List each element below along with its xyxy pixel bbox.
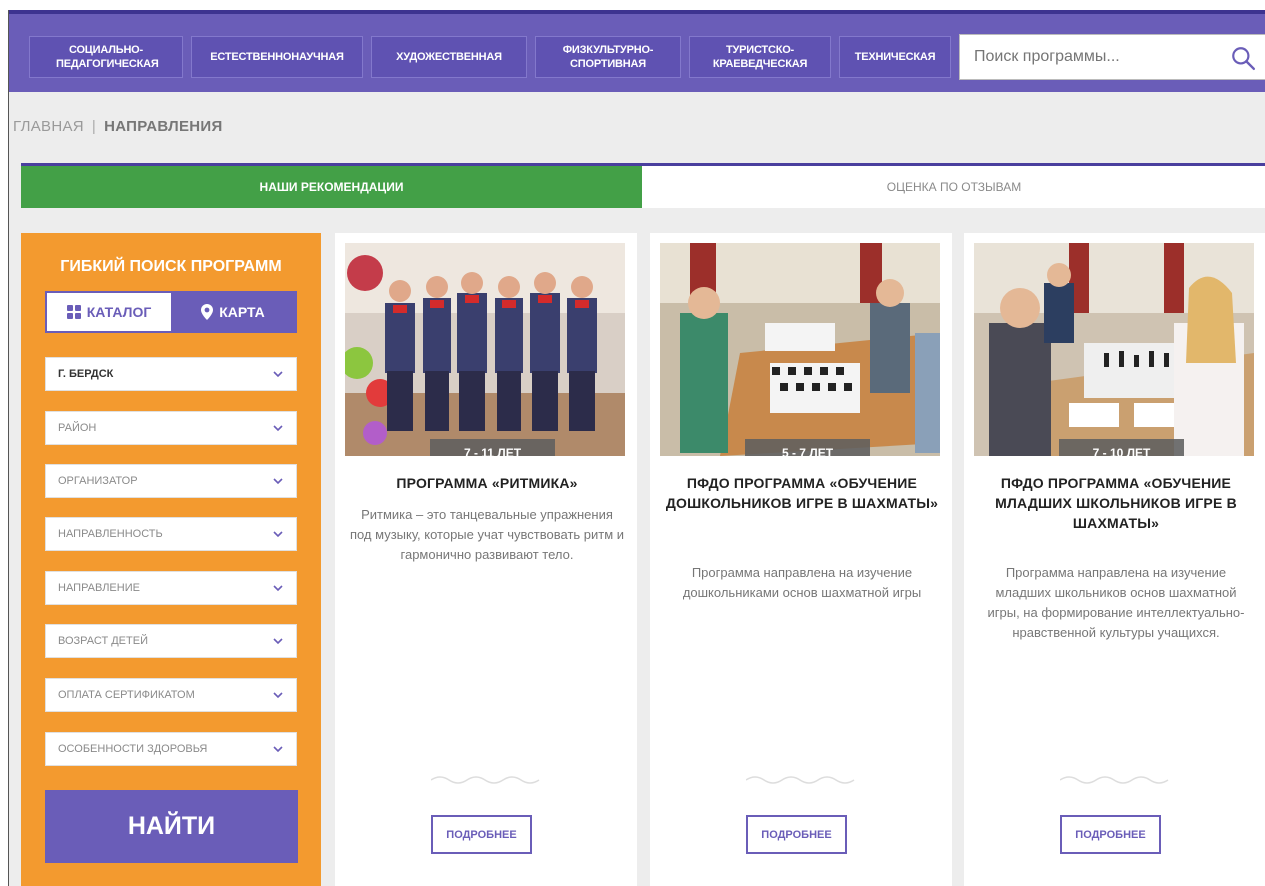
- age-badge: 7 - 10 ЛЕТ: [1059, 439, 1184, 456]
- age-badge: 7 - 11 ЛЕТ: [430, 439, 555, 456]
- certificate-payment-select[interactable]: ОПЛАТА СЕРТИФИКАТОМ: [45, 678, 297, 712]
- search-input[interactable]: [960, 35, 1220, 79]
- map-label: КАРТА: [219, 304, 265, 320]
- program-photo-chess-preschool: 5 - 7 ЛЕТ: [660, 243, 940, 456]
- program-description: Ритмика – это танцевальные упражнения по…: [349, 507, 625, 562]
- chevron-down-icon: [273, 371, 283, 378]
- decorative-wave-divider: [1060, 776, 1169, 784]
- district-select[interactable]: РАЙОН: [45, 411, 297, 445]
- find-button[interactable]: НАЙТИ: [45, 790, 298, 863]
- orientation-select[interactable]: НАПРАВЛЕННОСТЬ: [45, 517, 297, 551]
- more-details-button[interactable]: ПОДРОБНЕЕ: [1060, 815, 1161, 854]
- organizer-select[interactable]: ОРГАНИЗАТОР: [45, 464, 297, 498]
- filter-title: ГИБКИЙ ПОИСК ПРОГРАММ: [60, 258, 282, 275]
- nav-tab-sport[interactable]: ФИЗКУЛЬТУРНО-СПОРТИВНАЯ: [535, 36, 681, 78]
- program-title[interactable]: ПФДО ПРОГРАММА «ОБУЧЕНИЕ ДОШКОЛЬНИКОВ ИГ…: [658, 473, 946, 513]
- sort-recommended-tab[interactable]: НАШИ РЕКОМЕНДАЦИИ: [21, 166, 642, 208]
- more-details-button[interactable]: ПОДРОБНЕЕ: [431, 815, 532, 854]
- page-frame: СОЦИАЛЬНО-ПЕДАГОГИЧЕСКАЯ ЕСТЕСТВЕННОНАУЧ…: [8, 10, 1265, 886]
- program-photo-dance: 7 - 11 ЛЕТ: [345, 243, 625, 456]
- orientation-select-value: НАПРАВЛЕННОСТЬ: [58, 528, 163, 540]
- chevron-down-icon: [273, 692, 283, 699]
- chevron-down-icon: [273, 425, 283, 432]
- more-details-button[interactable]: ПОДРОБНЕЕ: [746, 815, 847, 854]
- search-box: [959, 34, 1265, 80]
- sort-reviews-tab[interactable]: ОЦЕНКА ПО ОТЗЫВАМ: [642, 166, 1265, 208]
- sort-bar: НАШИ РЕКОМЕНДАЦИИ ОЦЕНКА ПО ОТЗЫВАМ: [21, 163, 1265, 208]
- top-navigation: СОЦИАЛЬНО-ПЕДАГОГИЧЕСКАЯ ЕСТЕСТВЕННОНАУЧ…: [9, 10, 1265, 92]
- filter-panel: ГИБКИЙ ПОИСК ПРОГРАММ КАТАЛОГ КАРТА Г. Б…: [21, 233, 321, 886]
- program-card[interactable]: 7 - 10 ЛЕТ ПФДО ПРОГРАММА «ОБУЧЕНИЕ МЛАД…: [964, 233, 1265, 886]
- decorative-wave-divider: [746, 776, 855, 784]
- health-features-select-value: ОСОБЕННОСТИ ЗДОРОВЬЯ: [58, 743, 208, 755]
- program-card[interactable]: 7 - 11 ЛЕТ ПРОГРАММА «РИТМИКА» Ритмика –…: [335, 233, 637, 886]
- district-select-value: РАЙОН: [58, 422, 97, 434]
- program-card[interactable]: 5 - 7 ЛЕТ ПФДО ПРОГРАММА «ОБУЧЕНИЕ ДОШКО…: [650, 233, 952, 886]
- certificate-payment-select-value: ОПЛАТА СЕРТИФИКАТОМ: [58, 689, 195, 701]
- direction-select[interactable]: НАПРАВЛЕНИЕ: [45, 571, 297, 605]
- chevron-down-icon: [273, 531, 283, 538]
- nav-tab-social[interactable]: СОЦИАЛЬНО-ПЕДАГОГИЧЕСКАЯ: [29, 36, 183, 78]
- program-title[interactable]: ПРОГРАММА «РИТМИКА»: [343, 473, 631, 493]
- organizer-select-value: ОРГАНИЗАТОР: [58, 475, 138, 487]
- age-select-value: ВОЗРАСТ ДЕТЕЙ: [58, 635, 148, 647]
- breadcrumb-separator: |: [91, 118, 97, 135]
- nav-tab-science[interactable]: ЕСТЕСТВЕННОНАУЧНАЯ: [191, 36, 363, 78]
- nav-tab-art[interactable]: ХУДОЖЕСТВЕННАЯ: [371, 36, 527, 78]
- breadcrumb-current: НАПРАВЛЕНИЯ: [104, 118, 223, 135]
- direction-select-value: НАПРАВЛЕНИЕ: [58, 582, 140, 594]
- chevron-down-icon: [273, 638, 283, 645]
- map-pin-icon: [201, 304, 214, 320]
- breadcrumb: ГЛАВНАЯ | НАПРАВЛЕНИЯ: [13, 118, 223, 135]
- chevron-down-icon: [273, 585, 283, 592]
- map-toggle-button[interactable]: КАРТА: [171, 293, 295, 331]
- age-select[interactable]: ВОЗРАСТ ДЕТЕЙ: [45, 624, 297, 658]
- program-title[interactable]: ПФДО ПРОГРАММА «ОБУЧЕНИЕ МЛАДШИХ ШКОЛЬНИ…: [972, 473, 1260, 533]
- view-toggle: КАТАЛОГ КАРТА: [45, 291, 297, 333]
- nav-tab-tourism[interactable]: ТУРИСТСКО-КРАЕВЕДЧЕСКАЯ: [689, 36, 831, 78]
- health-features-select[interactable]: ОСОБЕННОСТИ ЗДОРОВЬЯ: [45, 732, 297, 766]
- catalog-label: КАТАЛОГ: [86, 304, 152, 320]
- program-photo-chess-school: 7 - 10 ЛЕТ: [974, 243, 1254, 456]
- grid-icon: [66, 305, 81, 319]
- breadcrumb-home[interactable]: ГЛАВНАЯ: [13, 118, 84, 135]
- search-icon[interactable]: [1230, 45, 1256, 71]
- city-select-value: Г. БЕРДСК: [58, 368, 114, 380]
- catalog-toggle-button[interactable]: КАТАЛОГ: [47, 293, 171, 331]
- decorative-wave-divider: [431, 776, 540, 784]
- program-description: Программа направлена на изучение дошколь…: [682, 565, 922, 600]
- chevron-down-icon: [273, 746, 283, 753]
- age-badge: 5 - 7 ЛЕТ: [745, 439, 870, 456]
- program-description: Программа направлена на изучение младших…: [987, 565, 1245, 640]
- nav-tab-technical[interactable]: ТЕХНИЧЕСКАЯ: [839, 36, 951, 78]
- city-select[interactable]: Г. БЕРДСК: [45, 357, 297, 391]
- chevron-down-icon: [273, 478, 283, 485]
